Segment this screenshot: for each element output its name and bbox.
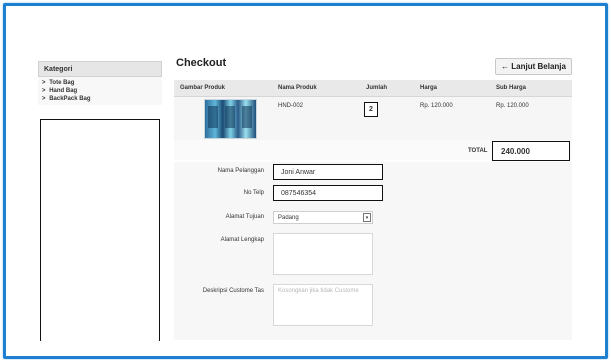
chevron-down-icon: ▾ (363, 213, 371, 222)
customer-name-field[interactable]: Joni Anwar (273, 164, 383, 180)
column-header-qty: Jumlah (366, 85, 388, 91)
full-address-textarea[interactable] (273, 233, 373, 275)
product-image (204, 99, 257, 139)
destination-label: Alamat Tujuan (225, 214, 264, 220)
column-header-name: Nama Produk (278, 85, 317, 91)
sidebar-item-label: BackPack Bag (49, 96, 91, 102)
product-name: HND-002 (278, 103, 304, 109)
chevron-right-icon: > (42, 80, 46, 86)
sidebar-item-label: Tote Bag (49, 80, 75, 86)
customer-form: Nama Pelanggan Joni Anwar No Telp 087546… (174, 162, 572, 340)
cart-table: Gambar Produk Nama Produk Jumlah Harga S… (174, 80, 572, 161)
total-row: TOTAL 240.000 (174, 140, 572, 161)
column-header-image: Gambar Produk (180, 85, 226, 91)
column-header-price: Harga (420, 85, 438, 91)
quantity-field[interactable]: 2 (364, 102, 378, 117)
chevron-right-icon: > (42, 96, 46, 102)
table-row: HND-002 2 Rp. 120.000 Rp. 120.000 (174, 97, 572, 140)
custom-description-textarea[interactable]: Kosongkan jika tidak Custome (273, 284, 373, 326)
destination-select[interactable]: Padang ▾ (273, 211, 373, 224)
column-header-subtotal: Sub Harga (496, 85, 527, 91)
sidebar-empty-panel (40, 119, 160, 341)
total-label: TOTAL (468, 148, 488, 154)
phone-label: No Telp (243, 190, 264, 196)
sidebar-item-tote-bag[interactable]: > Tote Bag (38, 79, 162, 87)
chevron-right-icon: > (42, 88, 46, 94)
total-value: 240.000 (492, 141, 570, 161)
full-address-label: Alamat Lengkap (220, 237, 264, 243)
page-title: Checkout (176, 57, 227, 69)
product-subtotal: Rp. 120.000 (496, 103, 529, 109)
continue-shopping-button[interactable]: ← Lanjut Belanja (495, 58, 572, 75)
checkout-main: Checkout ← Lanjut Belanja Gambar Produk … (174, 54, 572, 344)
sidebar-item-label: Hand Bag (49, 88, 78, 94)
destination-selected-value: Padang (278, 214, 299, 221)
custom-description-label: Deskripsi Custome Tas (202, 288, 264, 294)
app-window: Kategori > Tote Bag > Hand Bag > BackPac… (3, 3, 608, 359)
category-list: > Tote Bag > Hand Bag > BackPack Bag (38, 77, 162, 105)
phone-field[interactable]: 087546354 (273, 185, 383, 201)
sidebar-item-hand-bag[interactable]: > Hand Bag (38, 87, 162, 95)
table-header: Gambar Produk Nama Produk Jumlah Harga S… (174, 80, 572, 97)
sidebar-item-backpack-bag[interactable]: > BackPack Bag (38, 95, 162, 103)
customer-name-label: Nama Pelanggan (217, 168, 264, 174)
category-sidebar: Kategori > Tote Bag > Hand Bag > BackPac… (38, 61, 162, 341)
sidebar-heading: Kategori (38, 61, 162, 77)
product-price: Rp. 120.000 (420, 103, 453, 109)
